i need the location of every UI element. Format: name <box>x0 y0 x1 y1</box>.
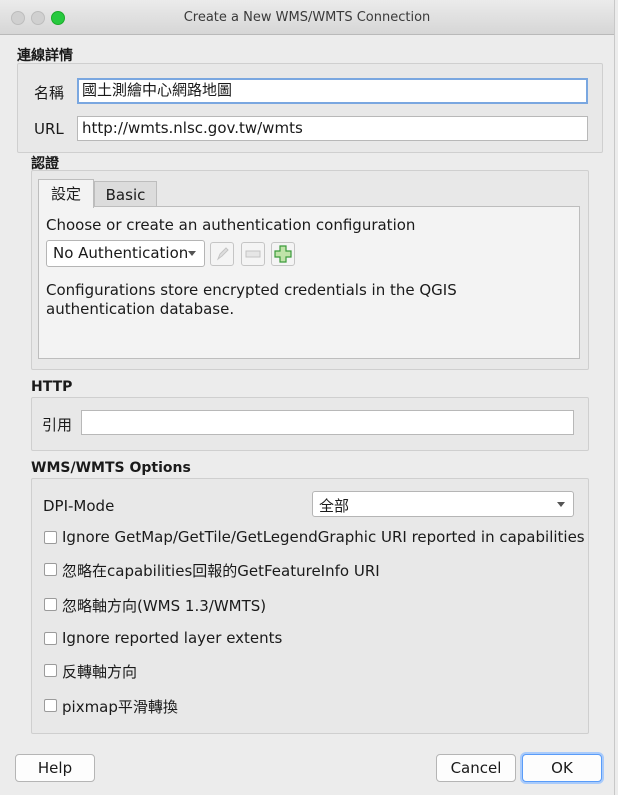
http-section-title: HTTP <box>31 379 73 395</box>
chevron-down-icon <box>557 502 565 507</box>
dpi-mode-select[interactable]: 全部 <box>312 491 574 517</box>
smooth-pixmap-label: pixmap平滑轉換 <box>62 698 178 716</box>
cancel-button[interactable]: Cancel <box>436 754 516 782</box>
ignore-layer-extents-label: Ignore reported layer extents <box>62 629 283 647</box>
connection-section-title: 連線詳情 <box>17 48 73 64</box>
auth-choose-text: Choose or create an authentication confi… <box>46 216 416 234</box>
invert-axis-label: 反轉軸方向 <box>62 663 138 681</box>
titlebar: Create a New WMS/WMTS Connection <box>0 0 614 35</box>
ignore-getmap-checkbox[interactable] <box>44 531 57 544</box>
name-input[interactable]: 國土測繪中心網路地圖 <box>77 78 588 104</box>
pencil-icon <box>216 247 229 261</box>
options-section-title: WMS/WMTS Options <box>31 460 191 476</box>
remove-icon <box>245 250 261 258</box>
edit-config-button[interactable] <box>210 242 234 266</box>
ignore-axis-orientation-label: 忽略軸方向(WMS 1.3/WMTS) <box>62 597 267 615</box>
auth-config-value: No Authentication <box>53 244 189 262</box>
add-config-button[interactable] <box>271 242 295 266</box>
tab-settings[interactable]: 設定 <box>38 179 94 208</box>
tab-basic[interactable]: Basic <box>94 181 157 207</box>
referer-label: 引用 <box>42 416 73 434</box>
dialog-window: Create a New WMS/WMTS Connection 連線詳情 名稱… <box>0 0 615 795</box>
dpi-mode-value: 全部 <box>319 497 350 515</box>
referer-input[interactable] <box>81 410 574 435</box>
url-input[interactable]: http://wmts.nlsc.gov.tw/wmts <box>77 116 588 141</box>
dpi-mode-label: DPI-Mode <box>43 497 115 515</box>
auth-config-select[interactable]: No Authentication <box>46 240 205 267</box>
help-button[interactable]: Help <box>15 754 95 782</box>
ignore-layer-extents-checkbox[interactable] <box>44 632 57 645</box>
ok-button[interactable]: OK <box>522 754 602 782</box>
ignore-getmap-label: Ignore GetMap/GetTile/GetLegendGraphic U… <box>62 528 585 546</box>
remove-config-button[interactable] <box>241 242 265 266</box>
ignore-getfeatureinfo-checkbox[interactable] <box>44 563 57 576</box>
invert-axis-checkbox[interactable] <box>44 664 57 677</box>
auth-info-text: Configurations store encrypted credentia… <box>46 281 457 318</box>
chevron-down-icon <box>188 251 196 256</box>
ignore-getfeatureinfo-label: 忽略在capabilities回報的GetFeatureInfo URI <box>62 562 380 580</box>
ignore-axis-orientation-checkbox[interactable] <box>44 598 57 611</box>
url-label: URL <box>34 120 64 138</box>
plus-icon <box>274 245 292 263</box>
window-title: Create a New WMS/WMTS Connection <box>183 10 431 25</box>
smooth-pixmap-checkbox[interactable] <box>44 699 57 712</box>
name-label: 名稱 <box>34 84 65 102</box>
